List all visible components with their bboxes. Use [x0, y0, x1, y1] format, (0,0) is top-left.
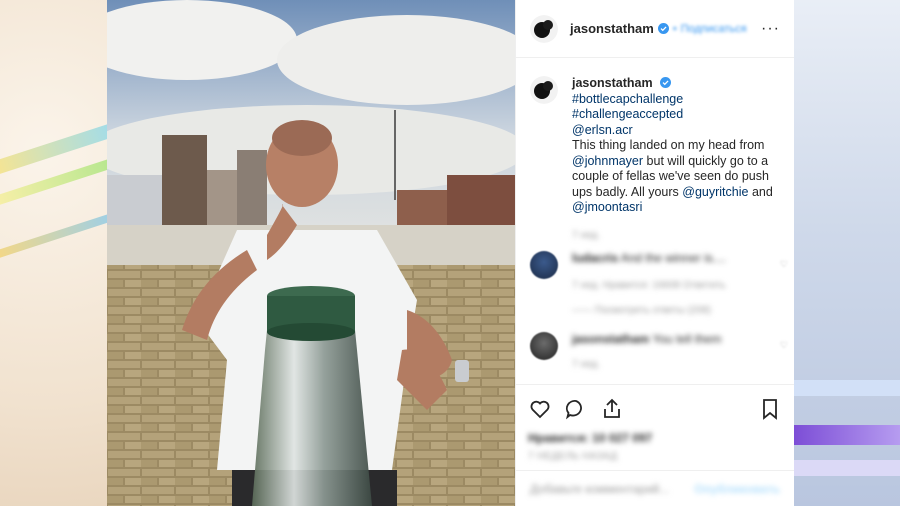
avatar[interactable] [530, 251, 558, 279]
verified-badge-icon [657, 23, 669, 34]
avatar[interactable] [530, 332, 558, 360]
caption-avatar[interactable] [530, 76, 558, 104]
comment-username[interactable]: ludacris [572, 251, 618, 265]
caption: jasonstatham #bottlecapchallenge #challe… [516, 58, 794, 243]
post-actions: Нравится: 10 027 097 7 НЕДЕЛЬ НАЗАД [516, 384, 794, 462]
comment-meta[interactable]: 7 нед. Нравится: 16608 Ответить [572, 278, 726, 293]
action-icons-row [528, 393, 782, 425]
bookmark-icon[interactable] [758, 397, 782, 421]
header-username[interactable]: jasonstatham [570, 21, 654, 36]
caption-text: jasonstatham #bottlecapchallenge #challe… [572, 76, 780, 243]
like-comment-heart-icon[interactable]: ♡ [780, 259, 788, 270]
comment-meta[interactable]: 7 нед. [572, 357, 721, 372]
comment-body: jasonstatham You tell them 7 нед. [572, 332, 721, 372]
like-comment-heart-icon[interactable]: ♡ [780, 340, 788, 351]
comment-item: ludacris And the winner is.... 7 нед. Нр… [516, 251, 794, 318]
follow-button[interactable]: Подписаться [681, 23, 747, 35]
comment-icon[interactable] [564, 397, 588, 421]
caption-body-1: This thing landed on my head from [572, 138, 765, 152]
decor-band [793, 380, 900, 396]
caption-username[interactable]: jasonstatham [572, 76, 653, 90]
heart-icon[interactable] [528, 397, 552, 421]
post-time: 7 НЕДЕЛЬ НАЗАД [528, 451, 618, 462]
likes-count[interactable]: Нравится: 10 027 097 [528, 431, 782, 445]
publish-button[interactable]: Опубликовать [694, 482, 780, 496]
video-frame-image [107, 0, 515, 506]
view-replies-link[interactable]: —— Посмотреть ответы (208) [572, 303, 726, 318]
comment-body: ludacris And the winner is.... 7 нед. Нр… [572, 251, 726, 318]
caption-age: 7 нед. [572, 229, 600, 241]
comment-username[interactable]: jasonstatham [572, 332, 649, 346]
mention-johnmayer[interactable]: @johnmayer [572, 154, 643, 168]
hashtag-bottlecapchallenge[interactable]: #bottlecapchallenge [572, 92, 683, 106]
comment-item: jasonstatham You tell them 7 нед. ♡ [516, 332, 794, 372]
header-separator: • [672, 22, 677, 35]
post-header: jasonstatham • Подписаться ··· [516, 0, 794, 58]
comment-text: You tell them [652, 332, 722, 346]
caption-body-3: and [751, 184, 773, 199]
background-right [793, 0, 900, 506]
decor-streak [0, 205, 107, 263]
mention-erlsn[interactable]: @erlsn.acr [572, 123, 633, 137]
comment-text: And the winner is.... [620, 251, 727, 265]
post-video[interactable] [107, 0, 515, 506]
avatar[interactable] [530, 14, 558, 43]
post-panel: jasonstatham • Подписаться ··· jasonstat… [515, 0, 794, 506]
decor-band [793, 425, 900, 445]
more-options-icon[interactable]: ··· [761, 20, 780, 38]
hashtag-challengeaccepted[interactable]: #challengeaccepted [572, 107, 683, 121]
decor-band [793, 460, 900, 476]
add-comment-bar: Добавьте комментарий... Опубликовать [516, 470, 794, 506]
mention-guyritchie[interactable]: @guyritchie [682, 185, 748, 199]
verified-badge-icon [660, 77, 672, 88]
comment-input[interactable]: Добавьте комментарий... [530, 482, 669, 496]
mention-jmoontasri[interactable]: @jmoontasri [572, 200, 642, 214]
background-left [0, 0, 107, 506]
share-icon[interactable] [600, 397, 624, 421]
